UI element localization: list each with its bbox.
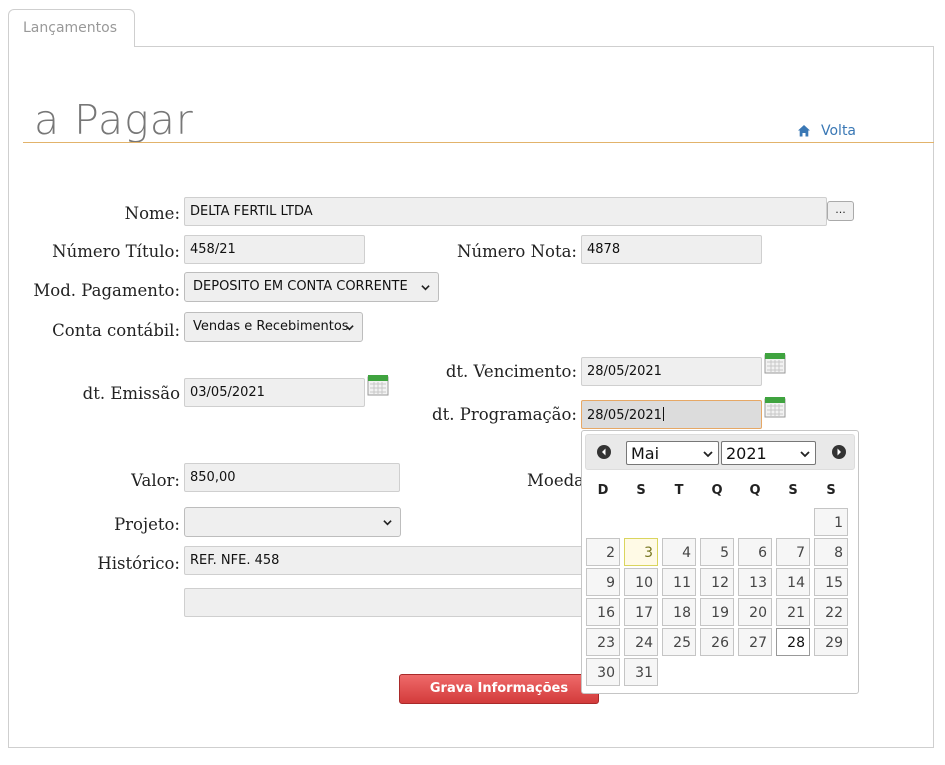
nome-lookup-button[interactable]: ... [827,201,854,221]
mod-pagamento-value: DEPOSITO EM CONTA CORRENTE [193,279,408,294]
chevron-down-icon [383,520,392,526]
page-title: a Pagar [34,96,194,144]
calendar-day[interactable]: 30 [586,658,620,686]
historico-field[interactable]: REF. NFE. 458 [184,546,604,575]
conta-contabil-label: Conta contábil: [52,321,180,340]
dt-vencimento-field[interactable]: 28/05/2021 [581,357,762,386]
calendar-day[interactable]: 22 [814,598,848,626]
calendar-day[interactable]: 27 [738,628,772,656]
projeto-select[interactable] [184,507,401,537]
calendar-icon[interactable] [764,396,786,418]
tab-label: Lançamentos [23,20,118,36]
month-select[interactable]: Mai [626,441,719,465]
weekday-header: S [636,483,646,498]
calendar-day[interactable]: 25 [662,628,696,656]
text-caret [662,407,664,421]
dt-vencimento-label: dt. Vencimento: [445,362,577,381]
chevron-down-icon [421,285,430,291]
weekday-header: S [788,483,798,498]
conta-contabil-select[interactable]: Vendas e Recebimentos [184,312,363,342]
calendar-day[interactable]: 18 [662,598,696,626]
datepicker: Mai 2021 DSTQQSS 1 2 3 4 5 6 7 8 9 10 11 12 13 14 15 16… [581,430,859,694]
weekday-header: D [597,483,609,498]
valor-field[interactable]: 850,00 [184,463,400,492]
dt-programacao-value: 28/05/2021 [587,408,662,423]
back-link-label: Volta [821,123,857,139]
calendar-day[interactable]: 28 [776,628,810,656]
conta-contabil-value: Vendas e Recebimentos [193,319,349,334]
numero-nota-label: Número Nota: [457,242,577,261]
nome-label: Nome: [124,204,180,223]
home-icon [798,125,810,137]
calendar-day[interactable]: 3 [624,538,658,566]
calendar-day[interactable]: 20 [738,598,772,626]
calendar-icon[interactable] [367,374,389,396]
weekday-header: Q [711,483,723,498]
calendar-day[interactable]: 9 [586,568,620,596]
calendar-day[interactable]: 7 [776,538,810,566]
dt-emissao-field[interactable]: 03/05/2021 [184,378,365,407]
calendar-day[interactable]: 16 [586,598,620,626]
historico-label: Histórico: [97,554,180,573]
year-value: 2021 [726,444,767,463]
calendar-day[interactable]: 19 [700,598,734,626]
mod-pagamento-label: Mod. Pagamento: [33,281,180,300]
weekday-header: T [674,483,684,498]
back-link[interactable]: Volta [797,123,856,139]
calendar-day[interactable]: 12 [700,568,734,596]
calendar-day[interactable]: 15 [814,568,848,596]
valor-label: Valor: [131,471,180,490]
calendar-day[interactable]: 31 [624,658,658,686]
datepicker-header: Mai 2021 [585,434,855,470]
numero-nota-field[interactable]: 4878 [581,235,762,264]
moeda-label: Moeda [527,471,584,490]
dt-programacao-field[interactable]: 28/05/2021 [581,400,762,429]
tab-lancamentos[interactable]: Lançamentos [8,9,135,47]
numero-titulo-field[interactable]: 458/21 [184,235,365,264]
calendar-day[interactable]: 29 [814,628,848,656]
dt-programacao-label: dt. Programação: [432,405,577,424]
weekday-header: S [826,483,836,498]
calendar-day[interactable]: 14 [776,568,810,596]
dt-emissao-label: dt. Emissão [82,384,180,403]
calendar-day[interactable]: 6 [738,538,772,566]
calendar-day[interactable]: 4 [662,538,696,566]
nome-field[interactable]: DELTA FERTIL LTDA [184,197,827,226]
title-divider [23,142,934,143]
calendar-day[interactable]: 21 [776,598,810,626]
mod-pagamento-select[interactable]: DEPOSITO EM CONTA CORRENTE [184,272,439,302]
month-value: Mai [631,444,660,463]
save-button[interactable]: Grava Informações [399,674,599,704]
calendar-day[interactable]: 13 [738,568,772,596]
chevron-down-icon [703,451,713,458]
calendar-day[interactable]: 11 [662,568,696,596]
weekday-header: Q [749,483,761,498]
calendar-day[interactable]: 10 [624,568,658,596]
projeto-label: Projeto: [114,515,180,534]
historico-field-2[interactable] [184,588,604,617]
next-month-icon[interactable] [831,444,847,460]
calendar-day[interactable]: 24 [624,628,658,656]
numero-titulo-label: Número Título: [52,242,180,261]
calendar-day[interactable]: 17 [624,598,658,626]
calendar-day[interactable]: 8 [814,538,848,566]
calendar-day[interactable]: 26 [700,628,734,656]
calendar-day[interactable]: 2 [586,538,620,566]
year-select[interactable]: 2021 [721,441,816,465]
calendar-day[interactable]: 23 [586,628,620,656]
prev-month-icon[interactable] [596,444,612,460]
calendar-day[interactable]: 5 [700,538,734,566]
calendar-day[interactable]: 1 [814,508,848,536]
chevron-down-icon [800,451,810,458]
chevron-down-icon [345,325,354,331]
calendar-icon[interactable] [764,352,786,374]
